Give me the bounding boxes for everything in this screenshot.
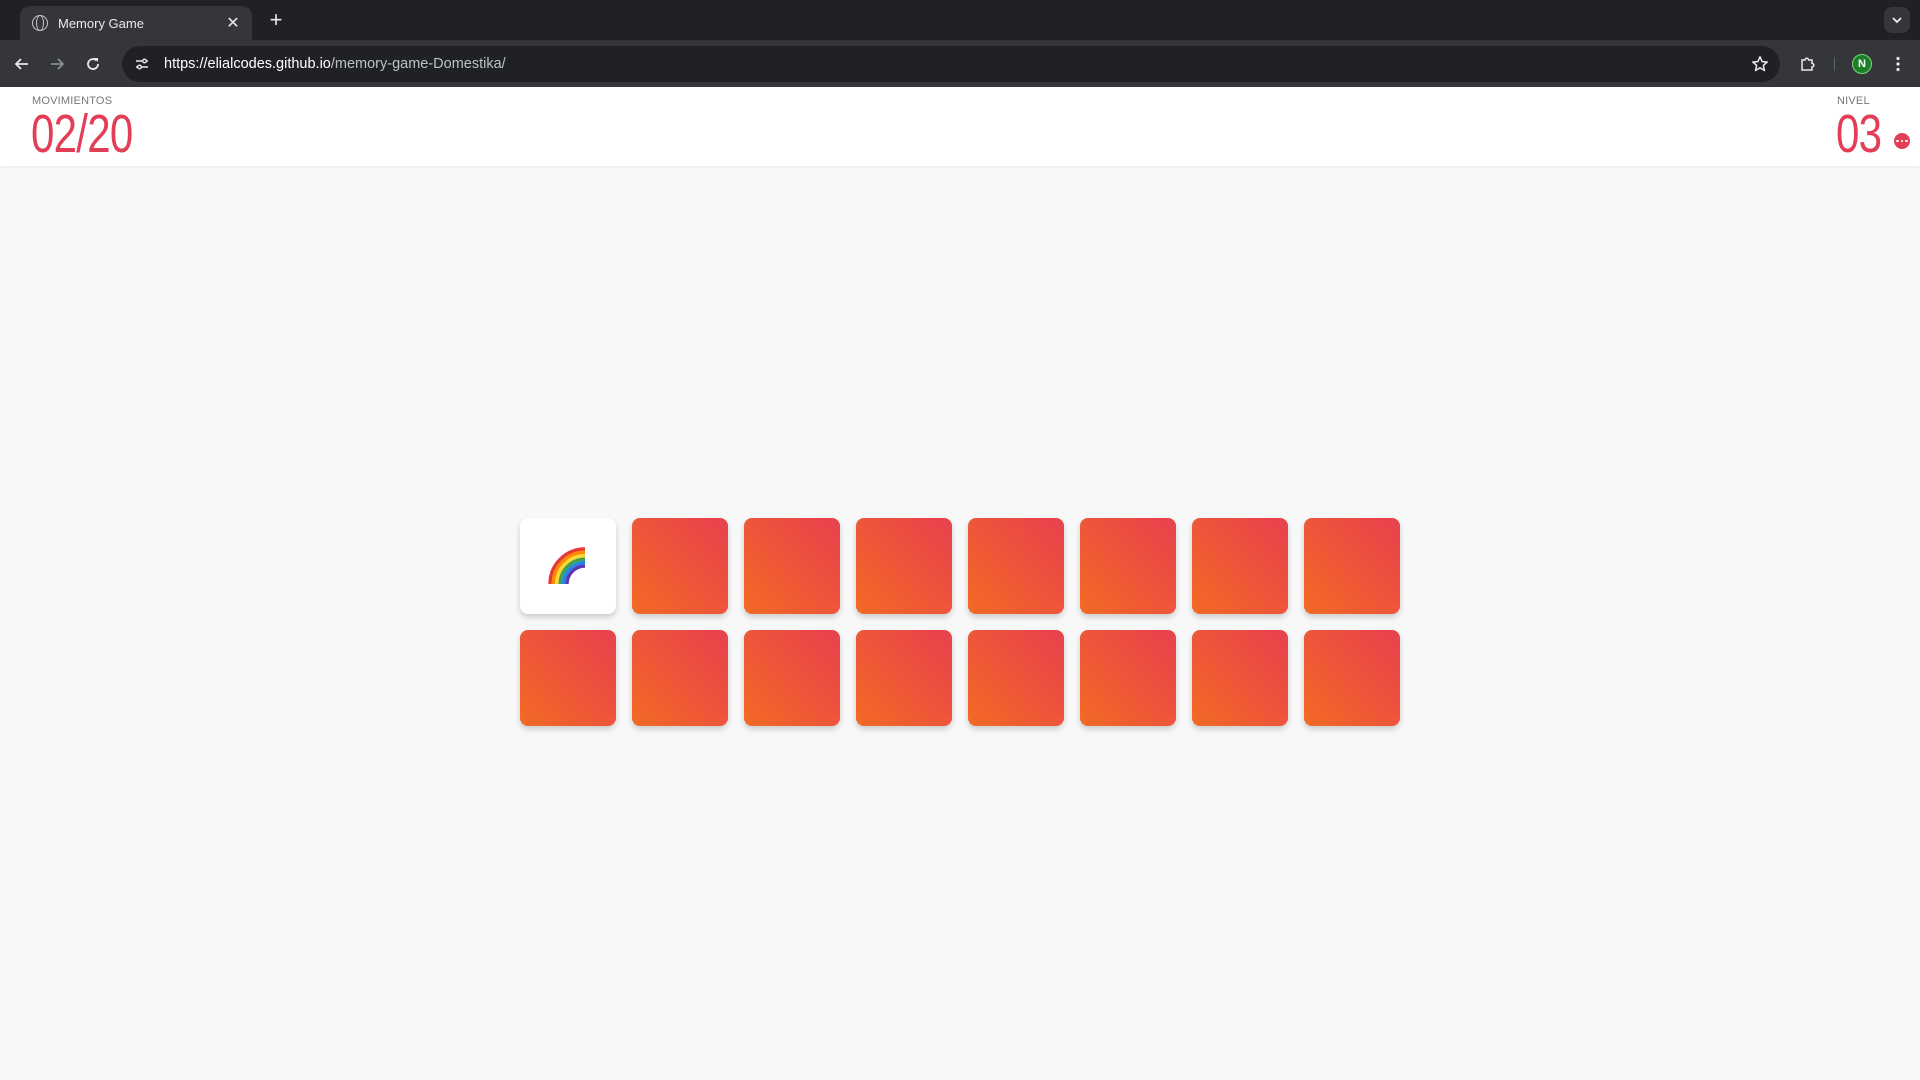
- more-options-icon[interactable]: [1894, 133, 1910, 149]
- new-tab-button[interactable]: +: [262, 6, 290, 34]
- card-hidden[interactable]: [744, 630, 840, 726]
- url-text[interactable]: https://elialcodes.github.io/memory-game…: [164, 56, 1746, 72]
- browser-tab-strip: Memory Game ✕ +: [0, 0, 1920, 40]
- close-tab-icon[interactable]: ✕: [224, 13, 242, 33]
- more-vert-icon: [1896, 56, 1900, 72]
- tab-search-button[interactable]: [1884, 7, 1910, 33]
- star-icon: [1752, 56, 1768, 72]
- url-path: /memory-game-Domestika/: [330, 56, 506, 72]
- card-hidden[interactable]: [968, 518, 1064, 614]
- profile-button[interactable]: N: [1848, 50, 1876, 78]
- avatar: N: [1852, 54, 1872, 74]
- card-hidden[interactable]: [1304, 518, 1400, 614]
- browser-menu-button[interactable]: [1884, 50, 1912, 78]
- card-hidden[interactable]: [1304, 630, 1400, 726]
- rainbow-icon: [548, 547, 586, 585]
- card-revealed[interactable]: [520, 518, 616, 614]
- card-hidden[interactable]: [744, 518, 840, 614]
- arrow-right-icon: [51, 58, 65, 70]
- chevron-down-icon: [1892, 17, 1902, 24]
- globe-icon: [32, 15, 48, 31]
- tune-icon: [136, 58, 148, 70]
- card-hidden[interactable]: [856, 518, 952, 614]
- address-bar[interactable]: https://elialcodes.github.io/memory-game…: [122, 46, 1780, 82]
- card-hidden[interactable]: [632, 518, 728, 614]
- reload-icon: [87, 58, 99, 70]
- card-hidden[interactable]: [632, 630, 728, 726]
- game-header: MOVIMIENTOS 02/20 NIVEL 03: [0, 87, 1920, 166]
- back-button[interactable]: [8, 50, 36, 78]
- toolbar-divider: [1834, 57, 1835, 71]
- puzzle-icon: [1801, 57, 1815, 71]
- game-page: MOVIMIENTOS 02/20 NIVEL 03: [0, 87, 1920, 1080]
- tab-title: Memory Game: [58, 15, 144, 31]
- arrow-left-icon: [14, 58, 28, 70]
- bookmark-button[interactable]: [1746, 50, 1774, 78]
- level-counter: 03: [1836, 104, 1882, 164]
- card-hidden[interactable]: [1080, 518, 1176, 614]
- card-hidden[interactable]: [1080, 630, 1176, 726]
- card-hidden[interactable]: [856, 630, 952, 726]
- reload-button[interactable]: [79, 50, 107, 78]
- card-grid: [520, 518, 1400, 726]
- browser-toolbar: https://elialcodes.github.io/memory-game…: [0, 40, 1920, 87]
- url-host: https://elialcodes.github.io: [164, 56, 331, 72]
- card-hidden[interactable]: [968, 630, 1064, 726]
- moves-counter: 02/20: [31, 104, 133, 164]
- card-hidden[interactable]: [1192, 518, 1288, 614]
- card-hidden[interactable]: [1192, 630, 1288, 726]
- card-hidden[interactable]: [520, 630, 616, 726]
- forward-button[interactable]: [43, 50, 71, 78]
- extensions-button[interactable]: [1794, 50, 1822, 78]
- site-info-button[interactable]: [130, 52, 154, 76]
- browser-tab[interactable]: Memory Game ✕: [20, 6, 252, 40]
